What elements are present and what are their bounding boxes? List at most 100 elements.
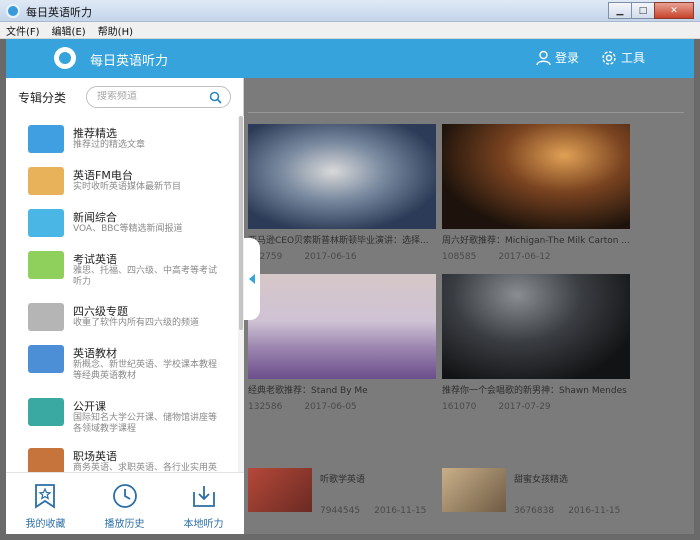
nav-label: 我的收藏 [25, 519, 66, 530]
collapse-panel-button[interactable] [244, 238, 260, 320]
nav-local[interactable]: 本地听力 [164, 473, 243, 535]
card-plays: 108585 [442, 252, 477, 262]
download-icon [193, 486, 215, 507]
category-item-news[interactable]: 新闻综合 VOA、BBC等精选新闻报道 [6, 203, 238, 247]
app-logo-icon [54, 47, 76, 69]
item-thumbnail [442, 468, 506, 512]
panel-header: 专辑分类 [6, 78, 244, 116]
card-thumbnail [442, 124, 630, 229]
category-item-fm[interactable]: 英语FM电台 实时收听英语媒体最新节目 [6, 161, 238, 205]
category-desc: 推荐过的精选文章 [73, 140, 146, 150]
panel-title: 专辑分类 [18, 91, 67, 105]
item-thumbnail [248, 468, 312, 512]
nav-history[interactable]: 播放历史 [85, 473, 164, 535]
card-plays: 161070 [442, 402, 477, 412]
login-button[interactable]: 登录 [536, 49, 579, 66]
favorite-icon [35, 484, 55, 509]
cet-icon [28, 303, 64, 331]
close-button[interactable]: ✕ [654, 2, 694, 19]
category-desc: 商务英语、求职英语、各行业实用英语资料 [73, 463, 218, 472]
scrollbar-thumb[interactable] [239, 116, 243, 330]
nav-label: 播放历史 [104, 519, 145, 530]
tools-label: 工具 [621, 51, 646, 65]
item-title: 甜蜜女孩精选 [514, 475, 569, 485]
menu-help[interactable]: 帮助(H) [98, 23, 133, 38]
card-date: 2017-06-16 [304, 252, 357, 262]
search-icon[interactable] [209, 91, 222, 104]
card-date: 2017-07-29 [498, 402, 551, 412]
content-card[interactable]: 周六好歌推荐：Michigan-The Milk Carton ... 1085… [442, 124, 630, 262]
nav-favorites[interactable]: 我的收藏 [6, 473, 85, 535]
card-date: 2017-06-05 [304, 402, 357, 412]
item-plays: 7944545 [320, 506, 361, 516]
recommend-icon [28, 125, 64, 153]
category-panel: 专辑分类 推荐精选 推荐过的精选文章 英语FM电台 实时收听英语媒体最新节目 新… [6, 78, 244, 534]
category-item-workplace[interactable]: 职场英语 商务英语、求职英语、各行业实用英语资料 [6, 442, 238, 472]
card-date: 2017-06-12 [498, 252, 551, 262]
card-title: 推荐你一个会唱歌的新男神：Shawn Mendes [442, 386, 627, 396]
history-icon [113, 484, 137, 508]
card-title: 经典老歌推荐：Stand By Me [248, 386, 368, 396]
card-plays: 132586 [248, 402, 283, 412]
category-desc: VOA、BBC等精选新闻报道 [73, 224, 183, 234]
radio-icon [28, 167, 64, 195]
list-item[interactable]: 甜蜜女孩精选 3676838 2016-11-15 [442, 468, 634, 516]
app-icon [6, 4, 20, 18]
category-name: 公开课 [73, 400, 106, 413]
card-title: 亚马逊CEO贝索斯普林斯顿毕业演讲：选择... [248, 236, 429, 246]
category-item-exam[interactable]: 考试英语 雅思、托福、四六级、中高考等考试听力 [6, 245, 238, 289]
category-name: 职场英语 [73, 450, 117, 463]
category-desc: 新概念、新世纪英语、学校课本教程等经典英语教材 [73, 360, 218, 381]
exam-icon [28, 251, 64, 279]
title-bar: 每日英语听力 ▁ □ ✕ [0, 0, 700, 22]
menu-edit[interactable]: 编辑(E) [52, 23, 86, 38]
nav-label: 本地听力 [183, 519, 224, 530]
category-desc: 实时收听英语媒体最新节目 [73, 182, 182, 192]
open-course-icon [28, 398, 64, 426]
category-name: 新闻综合 [73, 211, 117, 224]
textbook-icon [28, 345, 64, 373]
login-label: 登录 [555, 51, 580, 65]
category-name: 四六级专题 [73, 305, 128, 318]
search-box [86, 86, 231, 108]
tools-button[interactable]: 工具 [601, 49, 645, 66]
card-thumbnail [442, 274, 630, 379]
category-desc: 国际知名大学公开课、储物馆讲座等各领域教学课程 [73, 413, 218, 434]
app-header: 每日英语听力 登录 工具 [6, 39, 694, 78]
list-item[interactable]: 听歌学英语 7944545 2016-11-15 [248, 468, 440, 516]
divider [248, 112, 684, 113]
category-name: 考试英语 [73, 253, 117, 266]
category-name: 推荐精选 [73, 127, 117, 140]
category-name: 英语教材 [73, 347, 117, 360]
maximize-button[interactable]: □ [631, 2, 655, 19]
card-thumbnail [248, 124, 436, 229]
menu-file[interactable]: 文件(F) [6, 23, 40, 38]
content-card[interactable]: 亚马逊CEO贝索斯普林斯顿毕业演讲：选择... 252759 2017-06-16 [248, 124, 436, 262]
item-date: 2016-11-15 [374, 506, 427, 516]
gear-icon [602, 50, 616, 65]
briefcase-icon [28, 448, 64, 472]
category-desc: 雅思、托福、四六级、中高考等考试听力 [73, 266, 218, 287]
category-item-recommend[interactable]: 推荐精选 推荐过的精选文章 [6, 119, 238, 163]
card-thumbnail [248, 274, 436, 379]
category-item-cet[interactable]: 四六级专题 收重了软件内所有四六级的频道 [6, 297, 238, 341]
item-plays: 3676838 [514, 506, 555, 516]
news-icon [28, 209, 64, 237]
window-title: 每日英语听力 [26, 6, 92, 19]
category-desc: 收重了软件内所有四六级的频道 [73, 318, 200, 328]
category-list: 推荐精选 推荐过的精选文章 英语FM电台 实时收听英语媒体最新节目 新闻综合 V… [6, 116, 238, 472]
app-name: 每日英语听力 [90, 54, 169, 69]
card-title: 周六好歌推荐：Michigan-The Milk Carton ... [442, 236, 630, 246]
search-input[interactable] [97, 91, 207, 102]
category-item-open-course[interactable]: 公开课 国际知名大学公开课、储物馆讲座等各领域教学课程 [6, 392, 238, 436]
bottom-nav: 我的收藏 播放历史 本地听力 [6, 472, 244, 534]
user-icon [536, 50, 551, 65]
item-title: 听歌学英语 [320, 475, 366, 485]
chevron-left-icon [249, 274, 255, 284]
category-item-textbook[interactable]: 英语教材 新概念、新世纪英语、学校课本教程等经典英语教材 [6, 339, 238, 383]
minimize-button[interactable]: ▁ [608, 2, 632, 19]
content-card[interactable]: 推荐你一个会唱歌的新男神：Shawn Mendes 161070 2017-07-… [442, 274, 630, 412]
item-date: 2016-11-15 [568, 506, 621, 516]
menu-bar: 文件(F) 编辑(E) 帮助(H) [0, 22, 700, 39]
content-card[interactable]: 经典老歌推荐：Stand By Me 132586 2017-06-05 [248, 274, 436, 412]
